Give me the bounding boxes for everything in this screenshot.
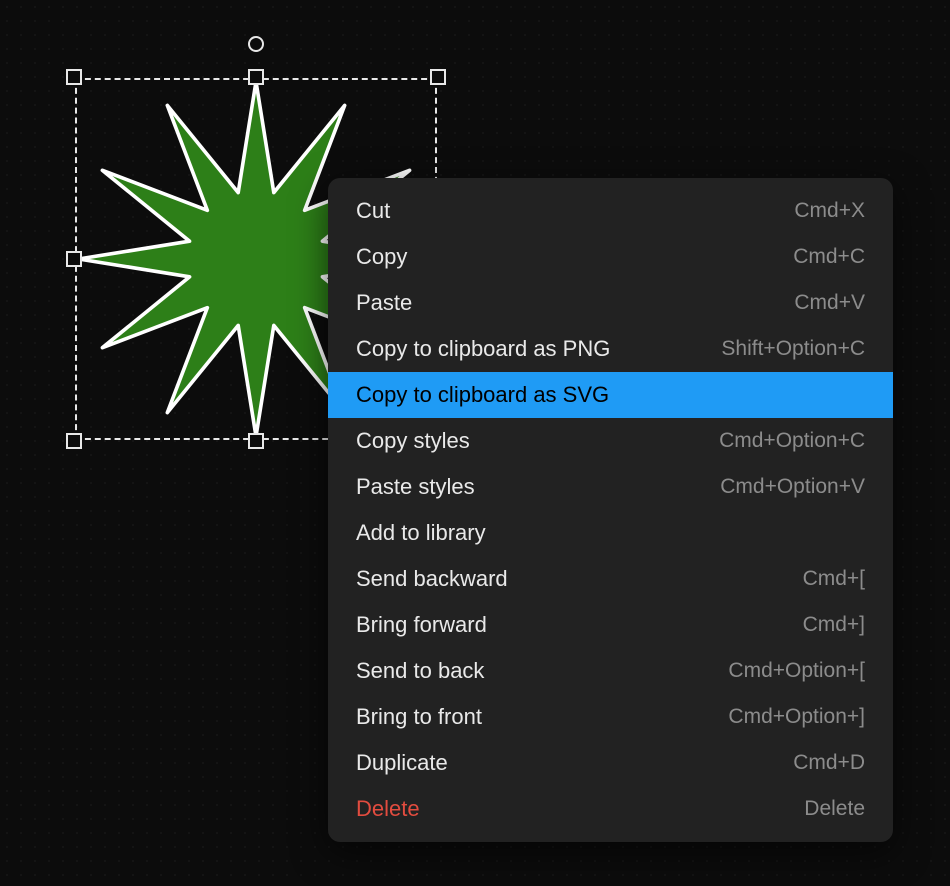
- menu-item-shortcut: Cmd+Option+]: [728, 705, 865, 729]
- menu-item-label: Cut: [356, 198, 390, 224]
- menu-item-shortcut: Cmd+Option+V: [720, 475, 865, 499]
- menu-item-copy-to-clipboard-as-png[interactable]: Copy to clipboard as PNG Shift+Option+C: [328, 326, 893, 372]
- menu-item-label: Add to library: [356, 520, 486, 546]
- menu-item-shortcut: Cmd+X: [794, 199, 865, 223]
- resize-handle-tl[interactable]: [66, 69, 82, 85]
- menu-item-paste-styles[interactable]: Paste styles Cmd+Option+V: [328, 464, 893, 510]
- menu-item-label: Paste: [356, 290, 412, 316]
- resize-handle-tm[interactable]: [248, 69, 264, 85]
- menu-item-label: Bring forward: [356, 612, 487, 638]
- menu-item-label: Send backward: [356, 566, 508, 592]
- menu-item-shortcut: Cmd+C: [793, 245, 865, 269]
- context-menu: Cut Cmd+X Copy Cmd+C Paste Cmd+V Copy to clipb…: [328, 178, 893, 842]
- menu-item-shortcut: Cmd+]: [803, 613, 865, 637]
- menu-item-paste[interactable]: Paste Cmd+V: [328, 280, 893, 326]
- menu-item-duplicate[interactable]: Duplicate Cmd+D: [328, 740, 893, 786]
- menu-item-label: Paste styles: [356, 474, 475, 500]
- menu-item-label: Delete: [356, 796, 420, 822]
- menu-item-shortcut: Cmd+V: [794, 291, 865, 315]
- resize-handle-tr[interactable]: [430, 69, 446, 85]
- menu-item-delete[interactable]: Delete Delete: [328, 786, 893, 832]
- menu-item-label: Copy to clipboard as PNG: [356, 336, 610, 362]
- menu-item-label: Copy styles: [356, 428, 470, 454]
- menu-item-shortcut: Shift+Option+C: [721, 337, 865, 361]
- menu-item-shortcut: Delete: [804, 797, 865, 821]
- menu-item-send-to-back[interactable]: Send to back Cmd+Option+[: [328, 648, 893, 694]
- menu-item-add-to-library[interactable]: Add to library: [328, 510, 893, 556]
- menu-item-copy-styles[interactable]: Copy styles Cmd+Option+C: [328, 418, 893, 464]
- menu-item-send-backward[interactable]: Send backward Cmd+[: [328, 556, 893, 602]
- resize-handle-ml[interactable]: [66, 251, 82, 267]
- menu-item-shortcut: Cmd+Option+C: [719, 429, 865, 453]
- menu-item-bring-forward[interactable]: Bring forward Cmd+]: [328, 602, 893, 648]
- menu-item-cut[interactable]: Cut Cmd+X: [328, 188, 893, 234]
- menu-item-label: Duplicate: [356, 750, 448, 776]
- menu-item-shortcut: Cmd+D: [793, 751, 865, 775]
- rotate-handle[interactable]: [248, 36, 264, 52]
- menu-item-copy-to-clipboard-as-svg[interactable]: Copy to clipboard as SVG: [328, 372, 893, 418]
- menu-item-copy[interactable]: Copy Cmd+C: [328, 234, 893, 280]
- menu-item-label: Copy: [356, 244, 407, 270]
- menu-item-shortcut: Cmd+[: [803, 567, 865, 591]
- menu-item-label: Bring to front: [356, 704, 482, 730]
- menu-item-bring-to-front[interactable]: Bring to front Cmd+Option+]: [328, 694, 893, 740]
- resize-handle-bm[interactable]: [248, 433, 264, 449]
- menu-item-label: Send to back: [356, 658, 484, 684]
- menu-item-shortcut: Cmd+Option+[: [728, 659, 865, 683]
- resize-handle-bl[interactable]: [66, 433, 82, 449]
- menu-item-label: Copy to clipboard as SVG: [356, 382, 609, 408]
